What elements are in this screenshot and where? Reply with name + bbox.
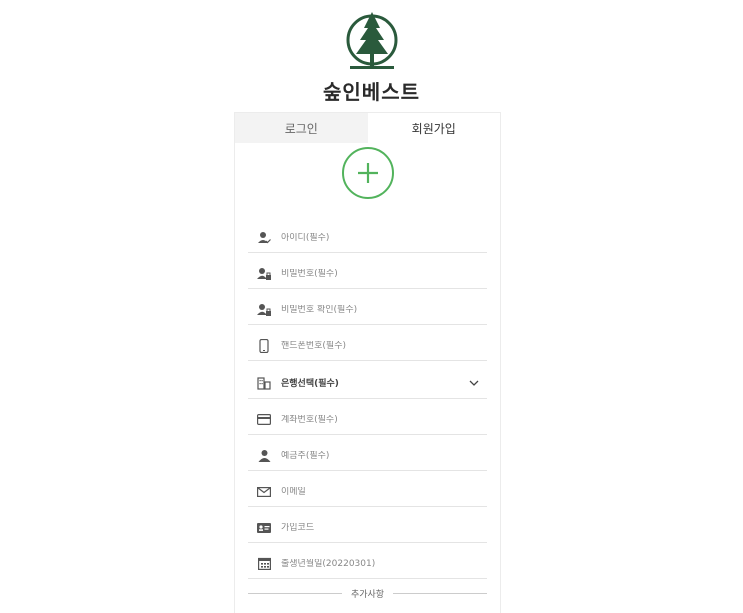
username-input[interactable] [281,232,487,243]
chevron-down-icon [469,380,481,386]
divider-line-right [393,593,487,594]
signup-code-input[interactable] [281,522,487,533]
password-field-row [248,253,487,289]
username-field-row [248,217,487,253]
account-field-row [248,399,487,435]
phone-field-row [248,325,487,361]
calendar-icon [256,556,272,572]
user-check-icon [256,230,272,246]
account-number-input[interactable] [281,414,487,425]
mail-icon [256,484,272,500]
password-confirm-input[interactable] [281,304,487,315]
plus-icon [357,163,378,183]
signup-form: 은행선택(필수) [248,217,487,579]
phone-icon [256,338,272,354]
logo: 숲인베스트 [0,10,743,105]
brand-name: 숲인베스트 [323,80,420,104]
auth-tabs: 로그인 회원가입 [235,113,500,143]
bank-icon [256,375,272,391]
extra-section-divider: 추가사항 [248,587,487,600]
bank-select-label: 은행선택(필수) [281,379,339,389]
user-icon [256,448,272,464]
birthdate-input[interactable] [281,558,487,569]
password-confirm-field-row [248,289,487,325]
signup-code-field-row [248,507,487,543]
add-profile-button[interactable] [341,147,394,199]
auth-panel: 로그인 회원가입 아이디(필수) 핸드폰번호(필수) 은행선택(필수) 계좌번호… [234,112,501,613]
email-input[interactable] [281,486,487,497]
depositor-field-row [248,435,487,471]
user-lock-icon [256,266,272,282]
tab-signup[interactable]: 회원가입 [367,113,500,143]
divider-line-left [248,593,342,594]
bank-select[interactable]: 은행선택(필수) [248,361,487,399]
add-profile-area [235,147,500,199]
id-card-icon [256,520,272,536]
birthdate-field-row [248,543,487,579]
tab-login[interactable]: 로그인 [235,113,368,143]
password-input[interactable] [281,268,487,279]
email-field-row [248,471,487,507]
pine-tree-logo-icon [346,12,397,69]
phone-input[interactable] [281,340,487,351]
depositor-input[interactable] [281,450,487,461]
extra-section-label: 추가사항 [350,590,385,600]
user-lock-icon [256,302,272,318]
card-icon [256,412,272,428]
